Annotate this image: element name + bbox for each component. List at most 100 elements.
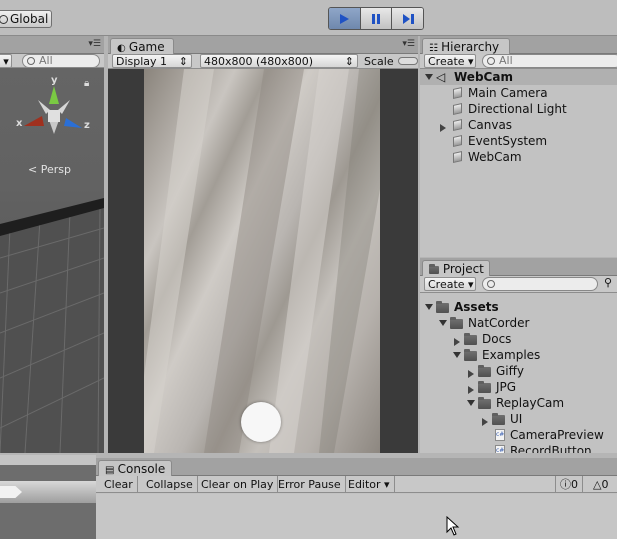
hierarchy-item[interactable]: Directional Light [420, 101, 617, 117]
project-tree-label: CameraPreview [510, 428, 604, 442]
scale-label: Scale [364, 55, 394, 68]
csharp-script-icon: c# [495, 429, 505, 441]
orientation-gizmo[interactable]: y x z [14, 76, 94, 156]
project-tree-item[interactable]: c# CameraPreview [420, 427, 617, 443]
gizmo-z-label: z [84, 120, 90, 131]
project-search-input[interactable] [482, 277, 598, 291]
hierarchy-item[interactable]: EventSystem [420, 133, 617, 149]
panel-menu-icon[interactable]: ▾☰ [402, 39, 415, 49]
gizmo-x-label: x [16, 118, 23, 129]
hierarchy-item-label: EventSystem [468, 134, 548, 148]
tab-hierarchy[interactable]: ☷ Hierarchy [422, 38, 510, 55]
scene-search-placeholder: All [39, 54, 53, 67]
editor-label: Editor [348, 478, 381, 491]
project-tree-label: JPG [496, 380, 517, 394]
hierarchy-panel: ☷ Hierarchy Create ▾ All ◁ WebCam Main C… [420, 36, 617, 257]
hierarchy-create-dropdown[interactable]: Create ▾ [424, 54, 476, 68]
folder-icon [478, 381, 491, 393]
console-log-area[interactable] [96, 494, 617, 539]
pivot-rotation-toggle[interactable]: Global [0, 10, 52, 28]
game-tab-label: Game [128, 40, 165, 54]
project-tree-item[interactable]: UI [420, 411, 617, 427]
search-icon [487, 280, 495, 288]
error-icon: ⓘ [560, 478, 571, 491]
project-tree-item[interactable]: Docs [420, 331, 617, 347]
project-tree-item[interactable]: Assets [420, 299, 617, 315]
pause-button[interactable] [360, 8, 393, 29]
tab-project[interactable]: Project [422, 260, 490, 277]
global-label: Global [10, 12, 49, 26]
resolution-dropdown[interactable]: 480x800 (480x800) ⇕ [200, 54, 358, 68]
game-tabbar: ◐ Game ▾☰ [108, 36, 418, 55]
folder-icon [478, 365, 491, 377]
hierarchy-item[interactable]: Canvas [420, 117, 617, 133]
scene-panel: ▾☰ s ▾ All [0, 36, 104, 453]
scale-slider[interactable] [398, 57, 418, 65]
project-tree-label: Docs [482, 332, 512, 346]
project-tree-label: Giffy [496, 364, 525, 378]
project-tree-item[interactable]: ReplayCam [420, 395, 617, 411]
hierarchy-item[interactable]: WebCam [420, 149, 617, 165]
project-tree-label: RecordButton [510, 444, 592, 453]
project-tree-label: Examples [482, 348, 541, 362]
record-button[interactable] [241, 402, 281, 442]
clear-on-play-button[interactable]: Clear on Play [197, 476, 279, 493]
gameobject-icon [453, 87, 462, 99]
step-button[interactable] [392, 8, 423, 29]
main-toolbar: Global [0, 0, 617, 36]
collapse-button[interactable]: Collapse [142, 476, 198, 493]
lock-icon[interactable]: 🔒︎ [84, 78, 89, 89]
collapse-arrow-icon[interactable] [453, 347, 461, 363]
folder-icon [450, 317, 463, 329]
hierarchy-search-placeholder: All [499, 54, 513, 67]
play-button[interactable] [329, 8, 361, 29]
projection-toggle[interactable]: < Persp [28, 163, 71, 176]
warning-count-toggle[interactable]: △0 [589, 476, 612, 493]
collapse-arrow-icon[interactable] [425, 69, 433, 85]
game-view[interactable] [144, 69, 380, 453]
scene-root-row[interactable]: ◁ WebCam [420, 69, 617, 85]
collapse-arrow-icon[interactable] [425, 299, 433, 315]
csharp-script-icon: c# [495, 445, 505, 453]
project-tree-label: NatCorder [468, 316, 530, 330]
folder-icon [429, 264, 439, 274]
scene-dropdown[interactable]: s ▾ [0, 54, 12, 68]
gameobject-icon [453, 103, 462, 115]
panel-menu-icon[interactable]: ▾☰ [88, 39, 101, 49]
bottom-left-panel [0, 455, 96, 539]
project-tree-item[interactable]: NatCorder [420, 315, 617, 331]
hierarchy-tab-label: Hierarchy [441, 40, 500, 54]
pause-icon [372, 13, 380, 24]
warning-count: 0 [601, 478, 609, 491]
scene-subbar: s ▾ All [0, 54, 104, 68]
project-tree-item[interactable]: Giffy [420, 363, 617, 379]
tab-console[interactable]: ▤ Console [98, 460, 172, 477]
project-tree-item[interactable]: JPG [420, 379, 617, 395]
gameobject-icon [453, 151, 462, 163]
collapse-arrow-icon[interactable] [467, 395, 475, 411]
hierarchy-item[interactable]: Main Camera [420, 85, 617, 101]
hierarchy-search-input[interactable]: All [482, 54, 617, 68]
project-tree-item[interactable]: Examples [420, 347, 617, 363]
game-panel: ◐ Game ▾☰ Display 1 ⇕ 480x800 (480x800) ⇕ … [108, 36, 418, 453]
editor-dropdown[interactable]: Editor ▾ [344, 476, 395, 493]
error-count-toggle[interactable]: ⓘ0 [555, 476, 583, 493]
collapse-arrow-icon[interactable] [439, 315, 447, 331]
strip-header [0, 455, 96, 465]
tab-game[interactable]: ◐ Game [110, 38, 174, 55]
clear-button[interactable]: Clear [100, 476, 138, 493]
project-create-dropdown[interactable]: Create ▾ [424, 277, 476, 291]
scene-search-input[interactable]: All [22, 54, 100, 68]
project-tree-label: ReplayCam [496, 396, 565, 410]
error-pause-button[interactable]: Error Pause [274, 476, 346, 493]
project-tree-item[interactable]: c# RecordButton [420, 443, 617, 453]
console-tabbar: ▤ Console [96, 458, 617, 477]
gameobject-icon [453, 135, 462, 147]
scene-viewport[interactable]: y x z 🔒︎ < Persp [0, 68, 104, 453]
console-panel: ▤ Console Clear Collapse Clear on Play E… [96, 458, 617, 539]
folder-icon [464, 333, 477, 345]
search-icon [27, 57, 35, 65]
filter-icon[interactable]: ⚲ [604, 276, 612, 289]
display-dropdown[interactable]: Display 1 ⇕ [112, 54, 192, 68]
scene-tabbar: ▾☰ [0, 36, 104, 54]
